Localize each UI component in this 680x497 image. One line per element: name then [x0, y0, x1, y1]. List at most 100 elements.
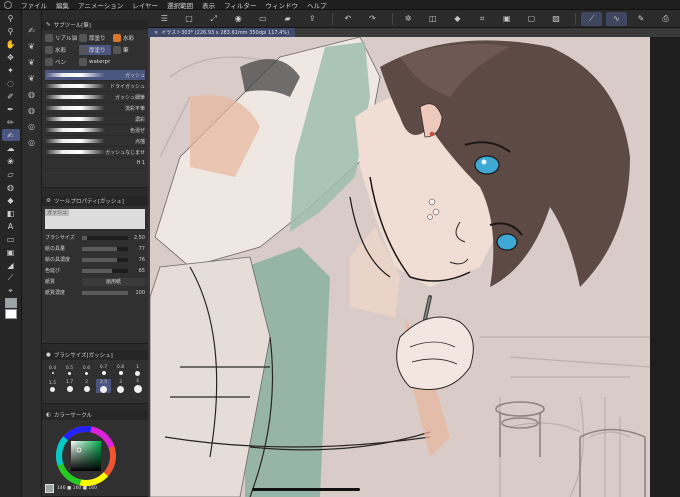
- menu-filter[interactable]: フィルター: [224, 0, 256, 10]
- redo-icon[interactable]: ↷: [362, 12, 383, 26]
- deselect-icon[interactable]: ▢: [521, 12, 542, 26]
- decoration-icon[interactable]: ❀: [2, 155, 20, 167]
- curve-pen-icon[interactable]: ∿: [605, 11, 627, 26]
- subtool-icon[interactable]: ◍: [25, 88, 39, 100]
- magic-wand-icon[interactable]: ✦: [2, 64, 20, 76]
- prop-row-brush-size[interactable]: ブラシサイズ 2.50: [42, 232, 148, 243]
- subtool-icon[interactable]: ❦: [25, 56, 39, 68]
- subtool-icon[interactable]: ◎: [25, 120, 39, 132]
- subtool-icon[interactable]: ❦: [25, 72, 39, 84]
- frame-icon[interactable]: ▣: [2, 246, 20, 258]
- gradient-icon[interactable]: ◧: [2, 207, 20, 219]
- prop-row-paper-texture[interactable]: 紙質 画用紙: [42, 276, 148, 287]
- menu-help[interactable]: ヘルプ: [307, 0, 327, 10]
- size-option[interactable]: 3: [113, 379, 128, 393]
- clear-icon[interactable]: ◫: [422, 12, 443, 26]
- brush-item[interactable]: 流彩平筆: [45, 103, 145, 114]
- subtool-tab[interactable]: 水彩: [45, 45, 77, 55]
- prop-row-color-stretch[interactable]: 色延び 65: [42, 265, 148, 276]
- folder-icon[interactable]: ▰: [277, 12, 298, 26]
- fill-icon[interactable]: ◆: [447, 12, 468, 26]
- subtool-icon[interactable]: ✍: [25, 24, 39, 36]
- eraser-icon[interactable]: ▱: [2, 168, 20, 180]
- size-option[interactable]: 0.5: [62, 363, 77, 377]
- subtool-icon[interactable]: ◎: [25, 136, 39, 148]
- brush-item[interactable]: H 1: [45, 158, 145, 169]
- subtool-tab[interactable]: ペン: [45, 57, 77, 67]
- brush-tool-icon[interactable]: ✍: [1, 129, 20, 141]
- camera-icon[interactable]: ⎙: [655, 12, 676, 26]
- menu-view[interactable]: 表示: [202, 0, 215, 10]
- move-icon[interactable]: ✥: [2, 51, 20, 63]
- zoom-icon[interactable]: ⚲: [2, 12, 20, 24]
- size-option[interactable]: 1: [130, 363, 145, 377]
- brush-item[interactable]: ガッシュなじませ: [45, 147, 145, 158]
- prop-row-paint-density[interactable]: 絵の具濃度 76: [42, 254, 148, 265]
- menu-file[interactable]: ファイル: [21, 0, 47, 10]
- main-color-swatch[interactable]: [4, 298, 17, 308]
- sub-color-swatch[interactable]: [4, 309, 17, 319]
- blend-icon[interactable]: ◍: [2, 181, 20, 193]
- color-wheel[interactable]: [42, 420, 148, 486]
- brush-item[interactable]: 色混ぜ: [45, 125, 145, 136]
- select-all-icon[interactable]: ▣: [496, 12, 517, 26]
- undo-icon[interactable]: ↶: [338, 12, 359, 26]
- subtool-tab[interactable]: 筆: [113, 45, 145, 55]
- subtool-icon[interactable]: ◍: [25, 104, 39, 116]
- document-tab[interactable]: × イラスト303* (226.93 x 283.61mm 350dpi 117…: [148, 28, 296, 37]
- lasso-icon[interactable]: ◌: [2, 77, 20, 89]
- pencil-tool-icon[interactable]: ✏: [2, 116, 20, 128]
- text-icon[interactable]: A: [2, 220, 20, 232]
- subtool-tab[interactable]: waterpr: [79, 57, 111, 67]
- transform-icon[interactable]: ⤢: [203, 12, 224, 26]
- correct-line-icon[interactable]: ⟋: [2, 272, 20, 284]
- prop-slider[interactable]: [82, 246, 128, 251]
- size-option[interactable]: 1.5: [45, 379, 60, 393]
- zoom-out-icon[interactable]: ⚲: [2, 25, 20, 37]
- size-option[interactable]: 0.4: [45, 363, 60, 377]
- airbrush-icon[interactable]: ☁: [2, 142, 20, 154]
- prop-slider[interactable]: [82, 290, 128, 295]
- prop-row-texture-density[interactable]: 紙質濃度 100: [42, 287, 148, 298]
- paper-texture-select[interactable]: 画用紙: [82, 277, 145, 286]
- menu-layer[interactable]: レイヤー: [132, 0, 158, 10]
- brush-item[interactable]: 点描: [45, 136, 145, 147]
- brush-item[interactable]: ドライガッシュ: [45, 81, 145, 92]
- prop-row-paint-amount[interactable]: 絵の具量 77: [42, 243, 148, 254]
- prop-slider[interactable]: [82, 257, 128, 262]
- record-icon[interactable]: ◉: [228, 12, 249, 26]
- prop-slider[interactable]: [82, 268, 128, 273]
- settings-icon[interactable]: ✲: [398, 12, 419, 26]
- hand-icon[interactable]: ✋: [2, 38, 20, 50]
- current-color-swatch[interactable]: [45, 484, 54, 493]
- subtool-tab[interactable]: 厚塗り: [79, 45, 111, 55]
- object-icon[interactable]: ⌖: [2, 285, 20, 297]
- pen-tool-icon[interactable]: ✒: [2, 103, 20, 115]
- subtool-tab[interactable]: 厚塗り: [79, 33, 111, 43]
- size-option[interactable]: 4: [130, 379, 145, 393]
- canvas[interactable]: [150, 37, 650, 497]
- export-icon[interactable]: ⇪: [302, 12, 323, 26]
- menu-edit[interactable]: 編集: [56, 0, 69, 10]
- fill-tool-icon[interactable]: ◆: [2, 194, 20, 206]
- stroke-stabilizer-icon[interactable]: ⟋: [581, 11, 602, 26]
- size-option[interactable]: 0.7: [96, 363, 111, 377]
- size-option[interactable]: 0.8: [113, 363, 128, 377]
- invert-selection-icon[interactable]: ▨: [546, 12, 567, 26]
- close-icon[interactable]: ×: [154, 30, 158, 36]
- size-option[interactable]: 0.6: [79, 363, 94, 377]
- home-indicator[interactable]: [252, 488, 360, 491]
- subtool-tab[interactable]: リアル油: [45, 33, 77, 43]
- ruler-icon[interactable]: ◢: [2, 259, 20, 271]
- brush-item[interactable]: 濃彩: [45, 114, 145, 125]
- brush-item[interactable]: ガッシュ: [45, 70, 145, 81]
- menu-animation[interactable]: アニメーション: [78, 0, 123, 10]
- hamburger-icon[interactable]: ☰: [154, 12, 175, 26]
- size-option[interactable]: 2: [79, 379, 94, 393]
- prop-slider[interactable]: [82, 235, 128, 240]
- app-icon[interactable]: [4, 0, 12, 9]
- subtool-icon[interactable]: ❦: [25, 40, 39, 52]
- size-option[interactable]: 2.5: [96, 379, 111, 393]
- save-icon[interactable]: ▭: [253, 12, 274, 26]
- menu-window[interactable]: ウィンドウ: [265, 0, 298, 10]
